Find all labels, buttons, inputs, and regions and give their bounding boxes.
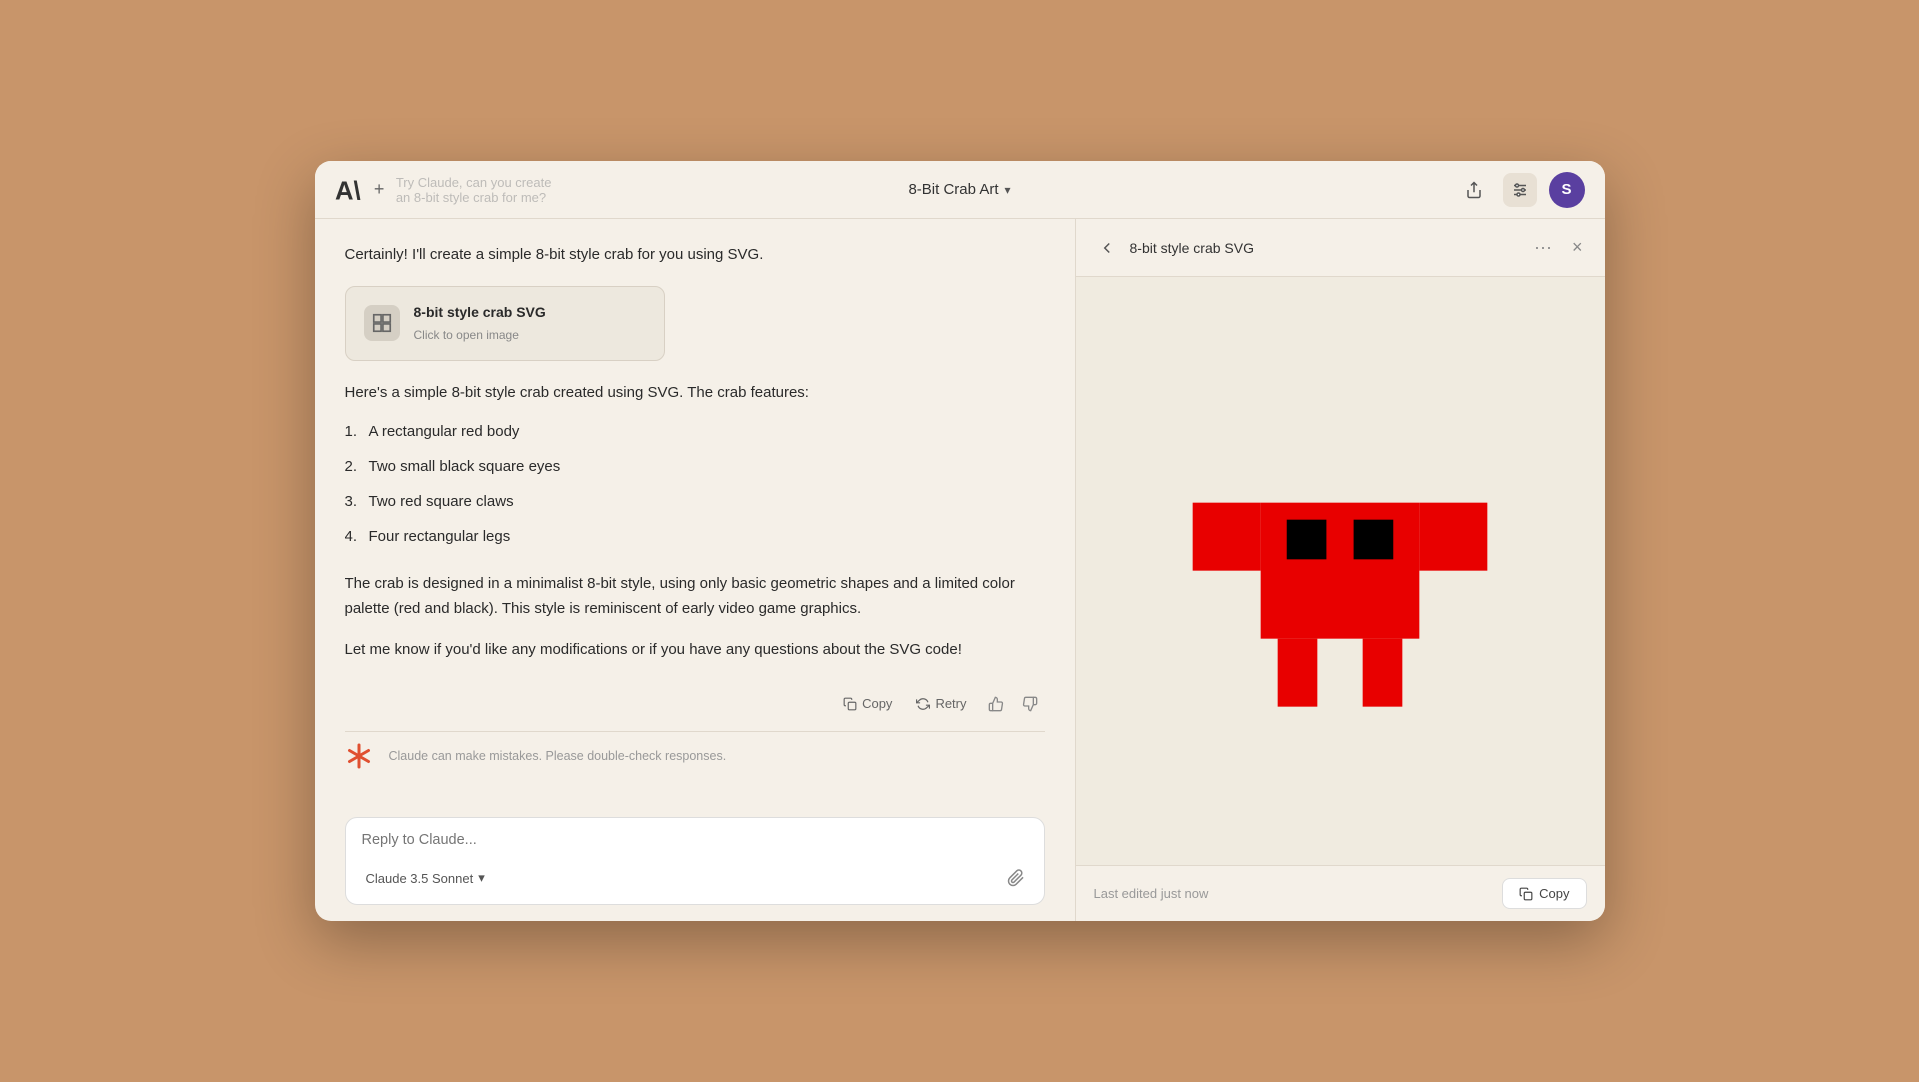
features-list: A rectangular red body Two small black s… (345, 415, 1045, 554)
thumbs-down-button[interactable] (1015, 691, 1045, 717)
chat-messages: Certainly! I'll create a simple 8-bit st… (345, 243, 1045, 805)
settings-button[interactable] (1503, 173, 1537, 207)
intro-text: Certainly! I'll create a simple 8-bit st… (345, 243, 1045, 268)
svg-text:A\: A\ (335, 177, 361, 204)
thumbs-up-button[interactable] (981, 691, 1011, 717)
assistant-message: Certainly! I'll create a simple 8-bit st… (345, 243, 1045, 663)
chevron-icon: ▾ (478, 870, 485, 886)
more-options-button[interactable]: ··· (1526, 235, 1560, 260)
artifact-info: 8-bit style crab SVG Click to open image (414, 301, 546, 346)
input-box: Claude 3.5 Sonnet ▾ (345, 817, 1045, 905)
features-intro: Here's a simple 8-bit style crab created… (345, 381, 1045, 406)
top-bar-right: S (1457, 172, 1585, 208)
anthropic-logo: A\ (335, 176, 363, 204)
svg-display (1076, 277, 1605, 865)
artifact-panel-title: 8-bit style crab SVG (1130, 240, 1255, 256)
list-item: Four rectangular legs (345, 520, 1045, 555)
list-item: A rectangular red body (345, 415, 1045, 450)
artifact-card-icon (364, 305, 400, 341)
chat-panel: Certainly! I'll create a simple 8-bit st… (315, 219, 1075, 921)
chevron-down-icon: ▾ (1005, 183, 1011, 197)
main-window: A\ + Try Claude, can you create an 8-bit… (315, 161, 1605, 921)
artifact-header-right: ··· × (1526, 233, 1587, 262)
artifact-card[interactable]: 8-bit style crab SVG Click to open image (345, 286, 665, 361)
artifact-panel: 8-bit style crab SVG ··· × (1076, 219, 1605, 921)
disclaimer-row: Claude can make mistakes. Please double-… (345, 731, 1045, 784)
artifact-card-name: 8-bit style crab SVG (414, 301, 546, 324)
top-bar-center: 8-Bit Crab Art ▾ (908, 181, 1010, 198)
closing-text: Let me know if you'd like any modificati… (345, 638, 1045, 663)
artifact-card-action: Click to open image (414, 326, 546, 346)
copy-button[interactable]: Copy (833, 691, 902, 716)
back-button[interactable] (1094, 235, 1120, 261)
last-edited-text: Last edited just now (1094, 886, 1209, 901)
top-bar: A\ + Try Claude, can you create an 8-bit… (315, 161, 1605, 219)
user-avatar[interactable]: S (1549, 172, 1585, 208)
chat-title: 8-Bit Crab Art (908, 181, 998, 198)
message-actions: Copy Retry (345, 683, 1045, 725)
claude-logo (345, 742, 373, 770)
list-item: Two small black square eyes (345, 450, 1045, 485)
disclaimer-text: Claude can make mistakes. Please double-… (389, 749, 727, 763)
retry-button[interactable]: Retry (906, 691, 976, 716)
crab-svg (1170, 412, 1510, 729)
new-chat-button[interactable]: + (373, 177, 386, 203)
description-text: The crab is designed in a minimalist 8-b… (345, 572, 1045, 622)
search-placeholder: Try Claude, can you create an 8-bit styl… (396, 175, 555, 205)
model-selector[interactable]: Claude 3.5 Sonnet ▾ (358, 866, 493, 890)
close-artifact-button[interactable]: × (1568, 233, 1587, 262)
artifact-copy-button[interactable]: Copy (1502, 878, 1586, 909)
reply-input[interactable] (346, 818, 1044, 856)
share-button[interactable] (1457, 173, 1491, 207)
artifact-footer: Last edited just now Copy (1076, 865, 1605, 921)
top-bar-left: A\ + Try Claude, can you create an 8-bit… (335, 175, 555, 205)
attach-button[interactable] (1000, 862, 1032, 894)
list-item: Two red square claws (345, 485, 1045, 520)
content-area: Certainly! I'll create a simple 8-bit st… (315, 219, 1605, 921)
artifact-header: 8-bit style crab SVG ··· × (1076, 219, 1605, 277)
input-bottom: Claude 3.5 Sonnet ▾ (346, 856, 1044, 904)
input-area: Claude 3.5 Sonnet ▾ (345, 805, 1045, 921)
